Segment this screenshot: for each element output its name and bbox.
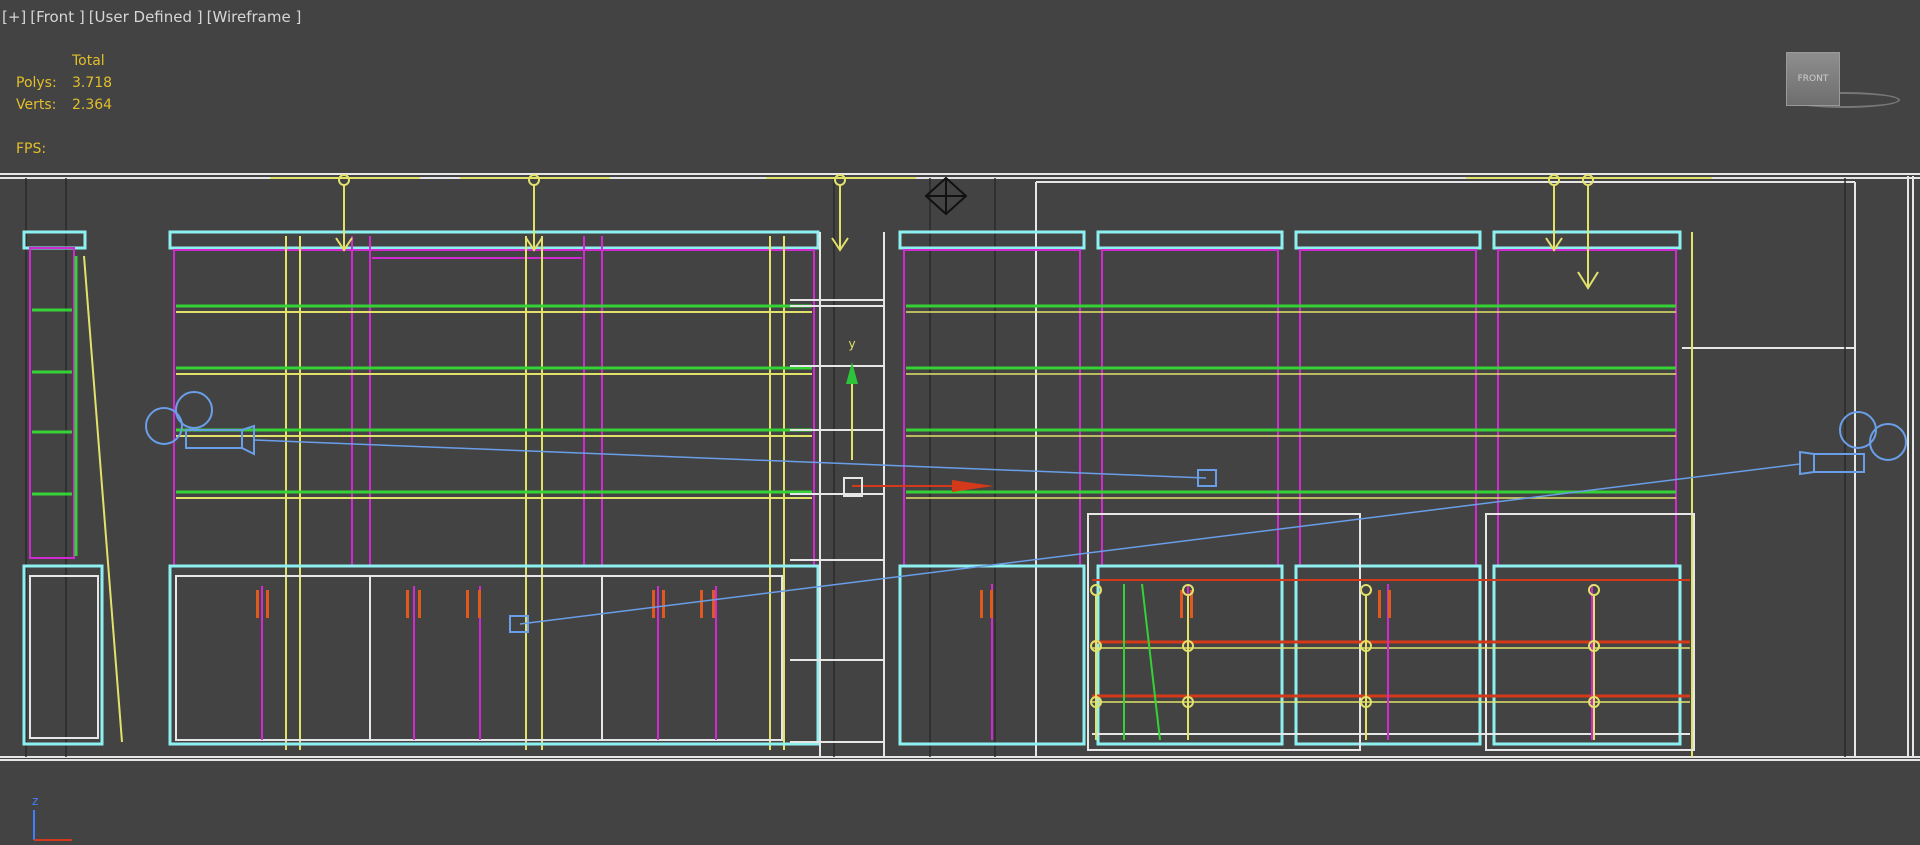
cabinet-lights[interactable] [1090,584,1600,740]
verts-value: 2.364 [72,97,113,113]
scene-frame [0,173,1920,761]
world-axis-tripod: z [22,792,82,842]
scene-statistics: Total Polys: 3.718 Verts: 2.364 FPS: [16,50,112,160]
viewcube-face-label: FRONT [1797,74,1829,84]
viewport-display-menu[interactable]: [Wireframe ] [207,8,302,26]
viewport-plus-menu[interactable]: [+] [2,8,26,26]
viewport-shading-menu[interactable]: [User Defined ] [89,8,203,26]
axis-z-label: z [32,794,39,808]
lower-cabinet-group-right[interactable] [898,513,1695,751]
gizmo-y-label: y [848,337,855,351]
polys-value: 3.718 [72,75,113,91]
viewcube[interactable]: FRONT [1786,52,1840,106]
wireframe-scene[interactable]: y [0,0,1920,845]
polys-label: Polys: [16,75,57,91]
verts-label: Verts: [16,97,57,113]
pivot-crosshair-icon[interactable] [924,176,968,216]
camera-left[interactable] [145,391,1217,487]
viewport-label-menu: [+] [Front ] [User Defined ] [Wireframe … [2,8,301,26]
camera-right[interactable] [509,411,1907,633]
stats-header: Total [72,53,105,69]
center-ladder[interactable] [790,232,885,757]
move-transform-gizmo[interactable]: y [843,337,994,497]
left-tall-cabinet[interactable] [22,230,123,746]
fps-label: FPS: [16,141,47,157]
front-viewport[interactable]: [+] [Front ] [User Defined ] [Wireframe … [0,0,1920,845]
upper-cabinet-group-left[interactable] [168,230,820,750]
viewport-view-menu[interactable]: [Front ] [30,8,84,26]
lower-cabinet-group-left[interactable] [168,564,820,746]
